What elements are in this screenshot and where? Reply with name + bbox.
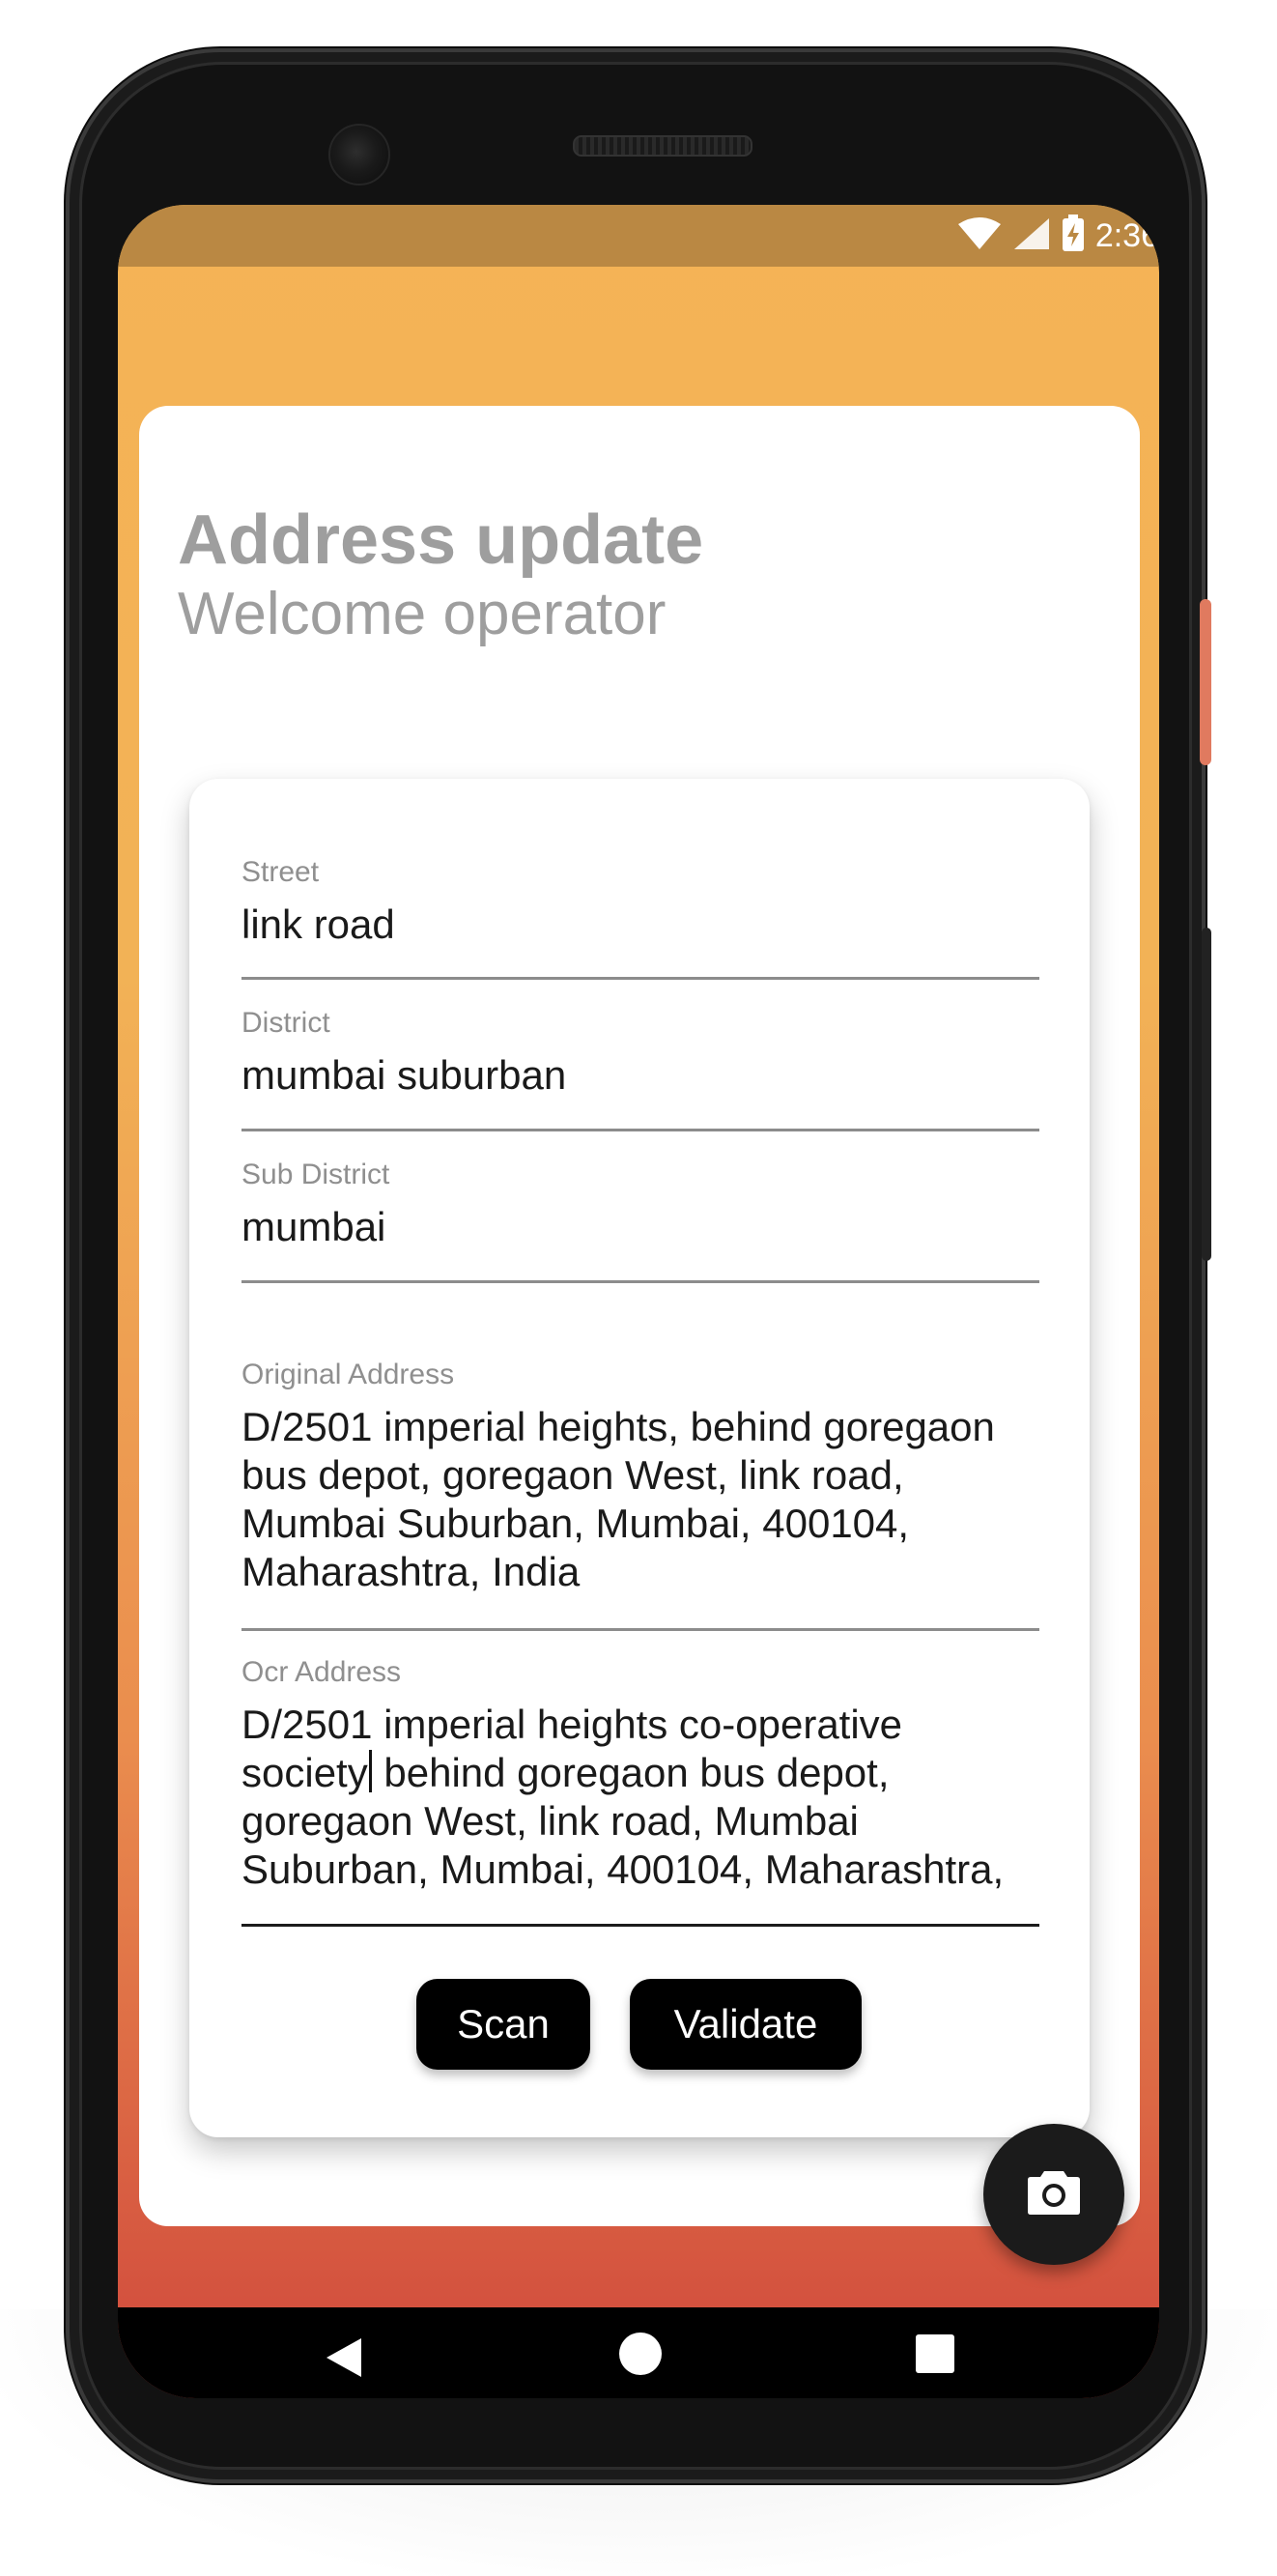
scan-button[interactable]: Scan xyxy=(416,1979,590,2070)
text-cursor xyxy=(368,1750,372,1792)
ocr-text-after-cursor: behind goregaon bus depot, xyxy=(372,1750,890,1795)
home-icon[interactable] xyxy=(619,2333,662,2375)
ocr-address-line: goregaon West, link road, Mumbai xyxy=(241,1798,859,1844)
wifi-icon xyxy=(956,216,1003,256)
ocr-address-line: society behind goregaon bus depot, xyxy=(241,1749,1039,1797)
camera-icon xyxy=(1027,2169,1081,2220)
sub-district-input[interactable]: mumbai xyxy=(241,1203,1039,1251)
ocr-text-before-cursor: society xyxy=(241,1750,368,1795)
earpiece-speaker xyxy=(573,135,752,157)
original-address-input[interactable]: D/2501 imperial heights, behind goregaon… xyxy=(241,1403,1039,1596)
recent-apps-icon[interactable] xyxy=(916,2334,954,2373)
page-title: Address update xyxy=(178,501,704,579)
ocr-address-line: Suburban, Mumbai, 400104, Maharashtra, xyxy=(241,1846,1005,1892)
power-button xyxy=(1200,599,1211,765)
district-label: District xyxy=(241,1007,330,1039)
ocr-address-line: D/2501 imperial heights co-operative xyxy=(241,1702,903,1747)
sub-district-underline xyxy=(241,1280,1039,1283)
district-underline xyxy=(241,1129,1039,1131)
validate-button[interactable]: Validate xyxy=(630,1979,862,2070)
original-address-line: D/2501 imperial heights, behind goregaon xyxy=(241,1404,995,1449)
status-time: 2:36 xyxy=(1094,216,1159,254)
page-subtitle: Welcome operator xyxy=(178,581,667,647)
status-icons: 2:36 xyxy=(956,214,1159,258)
ocr-address-input[interactable]: D/2501 imperial heights co-operative soc… xyxy=(241,1701,1039,1894)
district-field[interactable]: District mumbai suburban xyxy=(241,1007,1039,1100)
original-address-line: bus depot, goregaon West, link road, xyxy=(241,1452,904,1498)
district-input[interactable]: mumbai suburban xyxy=(241,1051,1039,1100)
ocr-address-field[interactable]: Ocr Address D/2501 imperial heights co-o… xyxy=(241,1656,1039,1894)
sub-district-label: Sub District xyxy=(241,1159,390,1190)
volume-button xyxy=(1202,928,1211,1261)
sub-district-field[interactable]: Sub District mumbai xyxy=(241,1159,1039,1251)
camera-fab-button[interactable] xyxy=(983,2124,1124,2265)
ocr-address-underline xyxy=(241,1924,1039,1927)
street-label: Street xyxy=(241,856,320,888)
street-field[interactable]: Street link road xyxy=(241,856,1039,949)
front-camera xyxy=(328,124,390,186)
original-address-line: Maharashtra, India xyxy=(241,1549,581,1594)
street-underline xyxy=(241,977,1039,980)
street-input[interactable]: link road xyxy=(241,901,1039,949)
back-icon[interactable] xyxy=(325,2336,363,2384)
signal-icon xyxy=(1012,216,1051,256)
original-address-label: Original Address xyxy=(241,1359,455,1390)
ocr-address-label: Ocr Address xyxy=(241,1656,402,1688)
original-address-field[interactable]: Original Address D/2501 imperial heights… xyxy=(241,1359,1039,1596)
original-address-line: Mumbai Suburban, Mumbai, 400104, xyxy=(241,1501,910,1546)
battery-charging-icon xyxy=(1061,214,1086,258)
status-bar: 2:36 xyxy=(118,205,1159,267)
original-address-underline xyxy=(241,1628,1039,1631)
navigation-bar xyxy=(118,2307,1159,2398)
